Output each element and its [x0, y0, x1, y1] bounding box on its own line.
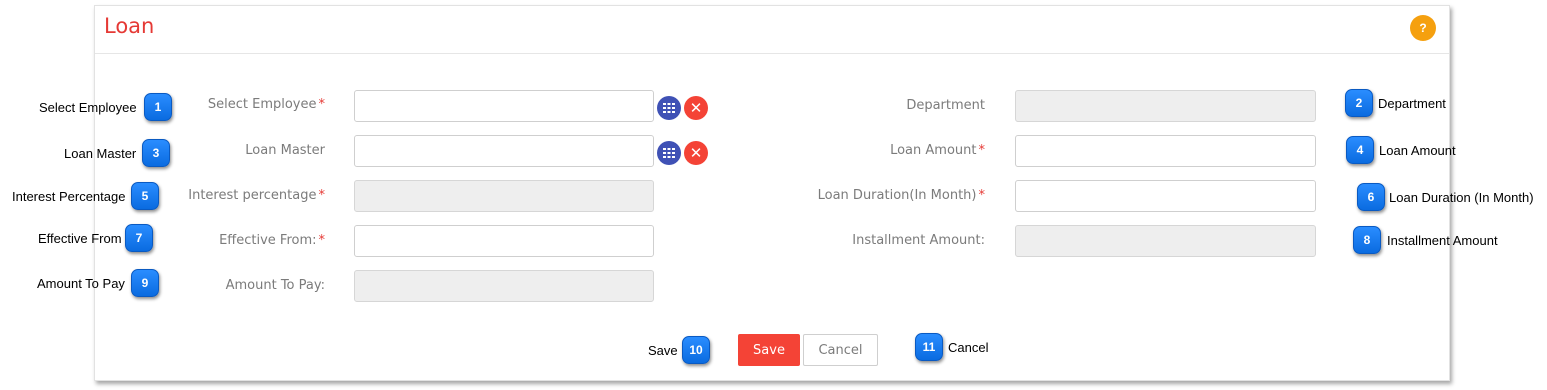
department-label: Department — [906, 98, 985, 113]
callout-text-loan-amount: Loan Amount — [1379, 143, 1456, 158]
callout-text-loan-master: Loan Master — [64, 146, 137, 161]
callout-badge-2: 2 — [1345, 89, 1373, 117]
callout-badge-8: 8 — [1353, 226, 1381, 254]
effective-from-input[interactable] — [354, 225, 654, 257]
department-input — [1015, 90, 1316, 122]
loan-form-panel: Loan ? Select Employee * ✕ Loan Master ✕… — [94, 5, 1450, 381]
loan-master-clear-button[interactable]: ✕ — [684, 141, 708, 165]
close-icon: ✕ — [689, 144, 703, 162]
callout-badge-10: 10 — [682, 336, 710, 364]
loan-amount-label: Loan Amount * — [890, 143, 985, 158]
callout-badge-6: 6 — [1357, 183, 1385, 211]
panel-title: Loan — [104, 14, 155, 38]
grid-icon — [663, 148, 675, 158]
callout-text-interest-percentage: Interest Percentage — [12, 189, 126, 204]
panel-divider — [95, 53, 1449, 54]
grid-icon — [663, 103, 675, 113]
loan-amount-input[interactable] — [1015, 135, 1316, 167]
callout-text-cancel: Cancel — [948, 340, 989, 355]
callout-text-select-employee: Select Employee — [39, 100, 137, 115]
question-mark-icon: ? — [1419, 21, 1427, 35]
installment-amount-input — [1015, 225, 1316, 257]
installment-amount-label: Installment Amount: — [852, 233, 985, 248]
loan-duration-input[interactable] — [1015, 180, 1316, 212]
cancel-button[interactable]: Cancel — [803, 334, 878, 366]
callout-badge-3: 3 — [142, 139, 170, 167]
callout-badge-4: 4 — [1346, 136, 1374, 164]
select-employee-clear-button[interactable]: ✕ — [684, 96, 708, 120]
loan-master-input[interactable] — [354, 135, 654, 167]
save-button[interactable]: Save — [738, 334, 800, 366]
callout-badge-11: 11 — [915, 333, 943, 361]
amount-to-pay-input — [354, 270, 654, 302]
loan-duration-label: Loan Duration(In Month) * — [817, 188, 985, 203]
callout-badge-7: 7 — [125, 224, 153, 252]
callout-text-save: Save — [648, 343, 678, 358]
callout-text-effective-from: Effective From — [38, 231, 122, 246]
callout-text-department: Department — [1378, 96, 1446, 111]
select-employee-browse-button[interactable] — [657, 96, 681, 120]
select-employee-input[interactable] — [354, 90, 654, 122]
callout-badge-5: 5 — [131, 182, 159, 210]
help-button[interactable]: ? — [1410, 15, 1436, 41]
callout-text-installment-amount: Installment Amount — [1387, 233, 1498, 248]
loan-master-browse-button[interactable] — [657, 141, 681, 165]
interest-percentage-input — [354, 180, 654, 212]
callout-text-loan-duration: Loan Duration (In Month) — [1389, 190, 1534, 205]
callout-badge-1: 1 — [144, 93, 172, 121]
close-icon: ✕ — [689, 99, 703, 117]
callout-text-amount-to-pay: Amount To Pay — [37, 276, 125, 291]
callout-badge-9: 9 — [131, 269, 159, 297]
